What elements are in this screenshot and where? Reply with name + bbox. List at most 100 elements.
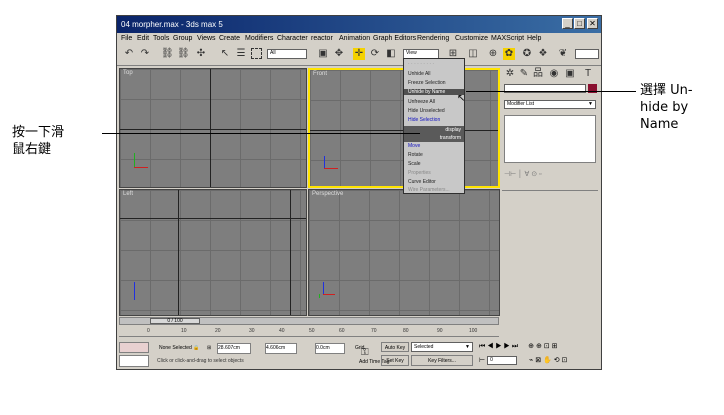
absolute-mode-icon[interactable]: ⊞ xyxy=(207,342,211,354)
zoom-extents-icon[interactable]: ⊡ xyxy=(544,343,550,350)
viewport-label-top[interactable]: Top xyxy=(123,70,133,76)
zoom-icon[interactable]: ⊕ xyxy=(528,343,534,350)
menu-rendering[interactable]: Rendering xyxy=(417,33,449,44)
viewport-top[interactable]: Top xyxy=(119,68,307,188)
menu-unhide-by-name[interactable]: Unhide by Name xyxy=(404,89,464,95)
key-mode-toggle-icon[interactable]: ⊢ xyxy=(479,357,485,364)
time-slider-thumb[interactable]: 0 / 100 xyxy=(150,318,200,324)
redo-icon[interactable]: ↷ xyxy=(139,48,151,60)
menu-maxscript[interactable]: MAXScript xyxy=(491,33,524,44)
go-to-start-icon[interactable]: ⏮ xyxy=(479,343,485,350)
bind-space-warp-icon[interactable]: ✣ xyxy=(195,48,207,60)
teapot-render-icon[interactable]: ❦ xyxy=(557,48,569,60)
maxscript-listener-mini[interactable] xyxy=(119,342,149,353)
zoom-extents-all-icon[interactable]: ⊞ xyxy=(552,343,558,350)
stack-controls[interactable]: ⊣⊢ │ ∀ ⊙ ▫ xyxy=(504,170,596,184)
menu-edit[interactable]: Edit xyxy=(137,33,149,44)
menu-modifiers[interactable]: Modifiers xyxy=(245,33,273,44)
menu-customize[interactable]: Customize xyxy=(455,33,488,44)
motion-tab-icon[interactable]: ◉ xyxy=(548,68,560,80)
arc-rotate-icon[interactable]: ⟲ xyxy=(554,357,560,364)
menu-animation[interactable]: Animation xyxy=(339,33,370,44)
quick-render-icon[interactable]: ❖ xyxy=(537,48,549,60)
menu-bar: File Edit Tools Group Views Create Modif… xyxy=(117,33,601,44)
menu-hide-unselected[interactable]: Hide Unselected xyxy=(408,108,445,114)
maxscript-input-mini[interactable] xyxy=(119,355,149,367)
menu-hide-selection[interactable]: Hide Selection xyxy=(408,117,440,123)
track-bar[interactable]: 0 10 20 30 40 50 60 70 80 90 100 xyxy=(119,326,499,337)
render-scene-icon[interactable]: ✪ xyxy=(521,48,533,60)
menu-curve-editor[interactable]: Curve Editor xyxy=(408,179,436,185)
menu-help[interactable]: Help xyxy=(527,33,541,44)
viewport-perspective[interactable]: Perspective xyxy=(308,189,500,316)
key-filters-button[interactable]: Key Filters... xyxy=(411,355,473,366)
menu-graph-editors[interactable]: Graph Editors xyxy=(373,33,416,44)
current-frame-field[interactable]: 0 xyxy=(487,355,518,365)
unlink-icon[interactable]: ⛓ xyxy=(177,48,190,60)
render-type-dropdown[interactable] xyxy=(575,49,599,59)
menu-create[interactable]: Create xyxy=(219,33,240,44)
modifier-stack-list[interactable] xyxy=(504,115,596,163)
region-zoom-icon[interactable]: ⊠ xyxy=(535,357,541,364)
display-tab-icon[interactable]: ▣ xyxy=(564,68,576,80)
auto-key-button[interactable]: Auto Key xyxy=(381,342,409,352)
pan-icon[interactable]: ✋ xyxy=(543,357,552,364)
panel-divider xyxy=(502,190,598,191)
select-object-icon[interactable]: ↖ xyxy=(219,48,231,60)
selection-filter-dropdown[interactable]: All xyxy=(267,49,307,59)
x-coordinate-field[interactable]: 28.607cm xyxy=(217,343,251,354)
modify-tab-icon[interactable]: ✎ xyxy=(518,68,530,80)
menu-views[interactable]: Views xyxy=(197,33,216,44)
set-key-button[interactable]: Set Key xyxy=(381,355,409,366)
select-and-move-icon[interactable]: ✛ xyxy=(353,48,365,60)
menu-scale[interactable]: Scale xyxy=(408,161,421,167)
z-coordinate-field[interactable]: 0.0cm xyxy=(315,343,345,354)
menu-file[interactable]: File xyxy=(121,33,132,44)
close-button[interactable]: ✕ xyxy=(587,18,598,29)
menu-properties[interactable]: Properties xyxy=(408,170,431,176)
go-to-end-icon[interactable]: ⏭ xyxy=(512,343,518,350)
time-slider[interactable]: 0 / 100 xyxy=(119,317,499,325)
maximize-button[interactable]: □ xyxy=(574,18,585,29)
menu-group[interactable]: Group xyxy=(173,33,192,44)
undo-icon[interactable]: ↶ xyxy=(123,48,135,60)
align-icon[interactable]: ⊕ xyxy=(487,48,499,60)
viewport-label-perspective[interactable]: Perspective xyxy=(312,191,343,197)
key-mode-dropdown[interactable]: Selected ▼ xyxy=(411,342,473,352)
maximize-viewport-icon[interactable]: ⊡ xyxy=(562,357,568,364)
y-coordinate-field[interactable]: 4.606cm xyxy=(265,343,297,354)
minimize-button[interactable]: _ xyxy=(562,18,573,29)
select-and-manipulate-icon[interactable]: ▣ xyxy=(317,48,329,60)
previous-frame-icon[interactable]: ◀ xyxy=(487,343,493,350)
mouse-cursor-icon: ↖ xyxy=(457,93,466,104)
next-frame-icon[interactable]: ▶ xyxy=(504,343,510,350)
viewport-label-left[interactable]: Left xyxy=(123,191,133,197)
viewport-left[interactable]: Left xyxy=(119,189,307,316)
utilities-tab-icon[interactable]: T xyxy=(582,68,594,80)
menu-rotate[interactable]: Rotate xyxy=(408,152,423,158)
hierarchy-tab-icon[interactable]: 品 xyxy=(532,68,544,80)
select-by-name-icon[interactable]: ☰ xyxy=(235,48,247,60)
rectangular-selection-icon[interactable] xyxy=(251,48,262,59)
select-and-rotate-icon[interactable]: ⟳ xyxy=(369,48,381,60)
zoom-all-icon[interactable]: ⊕ xyxy=(536,343,542,350)
menu-character[interactable]: Character xyxy=(277,33,308,44)
play-icon[interactable]: ▶ xyxy=(495,343,501,350)
select-and-scale-icon[interactable]: ◧ xyxy=(385,48,397,60)
menu-tools[interactable]: Tools xyxy=(153,33,169,44)
menu-reactor[interactable]: reactor xyxy=(311,33,333,44)
menu-freeze-selection[interactable]: Freeze Selection xyxy=(408,80,446,86)
lock-selection-icon[interactable]: 🔒 xyxy=(193,342,199,354)
material-editor-icon[interactable]: ✿ xyxy=(503,48,515,60)
link-icon[interactable]: ⛓ xyxy=(161,48,174,60)
menu-unfreeze-all[interactable]: Unfreeze All xyxy=(408,99,435,105)
modifier-list-dropdown[interactable]: Modifier List ▼ xyxy=(504,100,596,109)
menu-move[interactable]: Move xyxy=(408,143,420,149)
menu-unhide-all[interactable]: Unhide All xyxy=(408,71,431,77)
mirror-icon[interactable]: ◫ xyxy=(467,48,479,60)
create-tab-icon[interactable]: ✲ xyxy=(504,68,516,80)
menu-wire-parameters[interactable]: Wire Parameters... xyxy=(408,187,450,193)
time-config-icon[interactable]: ⌁ xyxy=(529,357,533,364)
viewport-label-front[interactable]: Front xyxy=(313,71,327,77)
select-move-icon[interactable]: ✥ xyxy=(333,48,345,60)
